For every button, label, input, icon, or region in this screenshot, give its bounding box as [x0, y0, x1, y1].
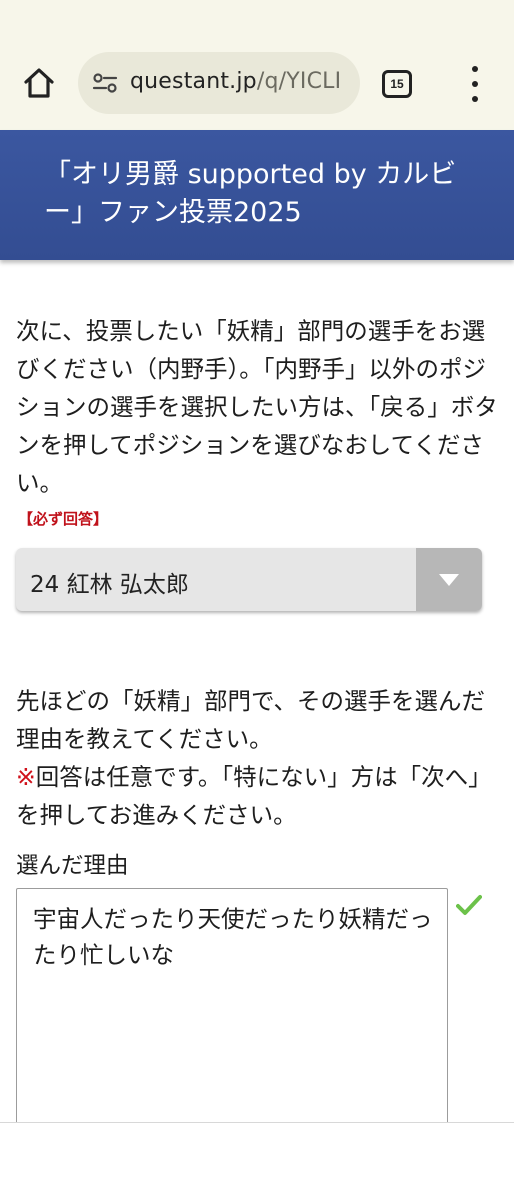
question2-note: ※回答は任意です。「特にない」方は「次へ」を押してお進みください。: [16, 758, 502, 834]
checkmark-icon: [456, 895, 482, 915]
reason-label: 選んだ理由: [16, 853, 129, 879]
dropdown-arrow-button[interactable]: [416, 548, 482, 611]
tabs-icon[interactable]: 15: [382, 70, 412, 98]
home-icon: [24, 68, 54, 98]
question1-text: 次に、投票したい「妖精」部門の選手をお選びください（内野手）。「内野手」以外のポ…: [16, 317, 498, 497]
survey-header: 「オリ男爵 supported by カルビー」ファン投票2025: [0, 130, 514, 260]
site-info-icon[interactable]: [88, 66, 122, 100]
url-host: questant.jp: [130, 69, 257, 94]
tab-count: 15: [390, 77, 404, 91]
reason-textarea[interactable]: 宇宙人だったり天使だったり妖精だったり忙しいな: [16, 888, 448, 1148]
player-select-value: 24 紅林 弘太郎: [30, 572, 189, 598]
question2-text: 先ほどの「妖精」部門で、その選手を選んだ理由を教えてください。: [16, 687, 486, 753]
dropdown-arrow-icon: [439, 573, 459, 586]
browser-toolbar: questant.jp/q/YICLI 15: [0, 0, 514, 130]
player-select[interactable]: 24 紅林 弘太郎: [16, 548, 482, 611]
reason-textarea-value: 宇宙人だったり天使だったり妖精だったり忙しいな: [33, 905, 433, 969]
url-bar[interactable]: questant.jp/q/YICLI: [78, 52, 360, 114]
note-text: 回答は任意です。「特にない」方は「次へ」を押してお進みください。: [16, 763, 492, 829]
url-path: /q/YICLI: [256, 69, 342, 94]
survey-title: 「オリ男爵 supported by カルビー」ファン投票2025: [44, 159, 457, 228]
home-button[interactable]: [18, 62, 60, 104]
required-label: 【必ず回答】: [18, 510, 109, 528]
note-mark: ※: [16, 763, 36, 791]
bottom-area: [0, 1122, 514, 1200]
url-text[interactable]: questant.jp/q/YICLI: [130, 69, 341, 94]
more-vert-icon[interactable]: [460, 66, 490, 102]
